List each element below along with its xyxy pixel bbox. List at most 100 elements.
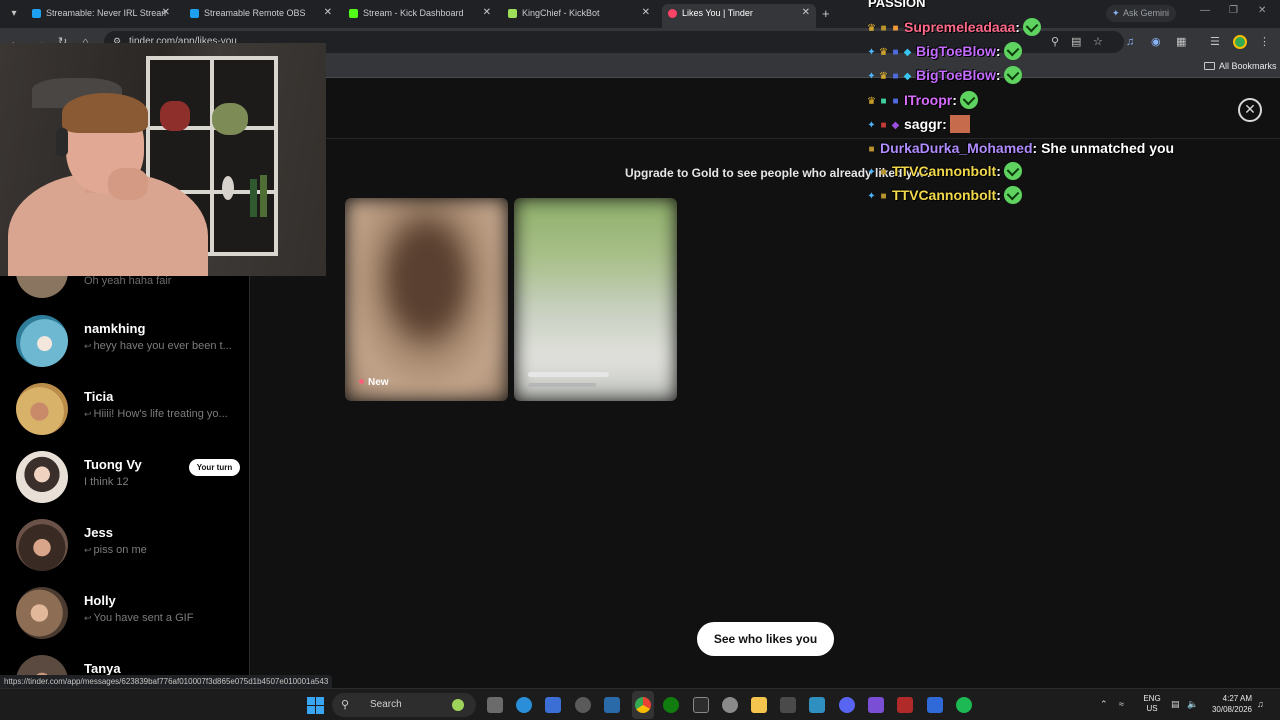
chat-colon: : (942, 116, 947, 132)
volume-icon[interactable]: 🔈 (1187, 698, 1198, 710)
match-name: Tuong Vy (84, 457, 142, 472)
chat-message: ■ DurkaDurka_Mohamed: She unmatched you (866, 139, 1174, 163)
app-diamond-icon[interactable] (545, 697, 561, 713)
language-indicator[interactable]: ENG US (1143, 694, 1161, 714)
tab-close-icon[interactable]: ✕ (324, 7, 332, 18)
gift-badge-icon: ■ (892, 23, 899, 35)
taskbar-search[interactable]: ⚲ Search (332, 693, 476, 717)
chat-badges: ✦ ♛ ■ ◆ (866, 44, 914, 58)
tab-close-icon[interactable]: ✕ (642, 7, 650, 18)
chat-username: Supremeleadaaa (904, 19, 1016, 35)
discord-icon[interactable] (839, 697, 855, 713)
chat-message: ✦ ♛ ■ ◆ BigToeBlow: (866, 42, 1022, 66)
close-icon[interactable]: ✕ (1238, 98, 1262, 122)
og-badge-icon: ■ (892, 71, 899, 83)
steam-icon[interactable] (604, 697, 620, 713)
tab-streamable-never-irl[interactable]: Streamable: Never IRL Stream W ✕ (26, 4, 176, 24)
chat-colon: : (996, 187, 1001, 203)
minimize-icon[interactable]: — (1200, 5, 1210, 16)
tab-close-icon[interactable]: ✕ (483, 7, 491, 18)
reading-list-icon[interactable]: ☰ (1210, 35, 1220, 49)
tray-network-icon[interactable]: ≈ (1119, 698, 1124, 710)
message-item-holly[interactable]: Holly ↩ You have sent a GIF (0, 582, 249, 644)
tab-tinder-likes-you[interactable]: Likes You | Tinder ✕ (662, 4, 816, 28)
folder-icon (1204, 62, 1215, 70)
crown-badge-icon: ♛ (867, 23, 876, 35)
start-windows-icon[interactable] (307, 697, 324, 714)
chat-badges: ✦ ■ (866, 188, 890, 202)
taskbar-clock[interactable]: 4:27 AM 30/08/2026 (1207, 693, 1252, 715)
chat-colon: : (995, 43, 1001, 59)
message-preview: I think 12 (84, 476, 129, 488)
spotify-icon[interactable] (956, 697, 972, 713)
tab-kickbot[interactable]: KingChief - KickBot ✕ (502, 4, 656, 24)
store-icon[interactable] (780, 697, 796, 713)
extensions-puzzle-icon[interactable]: ▦ (1176, 35, 1186, 49)
all-bookmarks-button[interactable]: All Bookmarks (1204, 61, 1277, 71)
match-name: Tanya (84, 661, 121, 676)
webcam-bottle (250, 179, 257, 217)
message-item-jess[interactable]: Jess ↩ piss on me (0, 514, 249, 576)
powershell-icon[interactable] (927, 697, 943, 713)
see-who-likes-you-button[interactable]: See who likes you (697, 622, 834, 656)
voice-app-icon[interactable] (897, 697, 913, 713)
webcam-mask-figure (222, 176, 234, 200)
notification-bell-icon[interactable]: ♫ (1257, 698, 1264, 710)
message-item-tuong-vy[interactable]: Tuong Vy Your turn I think 12 (0, 446, 249, 508)
chat-badges: ✦ ■ (866, 164, 890, 178)
restore-icon[interactable]: ❐ (1229, 5, 1238, 16)
message-item-ticia[interactable]: Ticia ↩ Hiiii! How's life treating yo... (0, 378, 249, 440)
epic-games-icon[interactable] (693, 697, 709, 713)
chat-badges: ♛ ■ ■ (866, 93, 902, 107)
chat-username: BigToeBlow (916, 67, 996, 83)
gem-badge-icon: ◆ (903, 71, 912, 83)
clock-date: 30/08/2026 (1211, 705, 1252, 714)
blurred-like-card[interactable] (514, 198, 677, 401)
chat-colon: : (952, 92, 957, 108)
blurred-like-card[interactable] (345, 198, 508, 401)
founder-badge-icon: ■ (880, 96, 887, 108)
webcam-plush-toy (160, 101, 190, 131)
chat-username: TTVCannonbolt (892, 163, 997, 179)
og-badge-icon: ■ (880, 120, 887, 132)
app-window-icon[interactable] (809, 697, 825, 713)
reply-icon: ↩ (84, 613, 92, 623)
xbox-icon[interactable] (663, 697, 679, 713)
tab-close-icon[interactable]: ✕ (162, 7, 170, 18)
settings-gear-icon[interactable] (722, 697, 738, 713)
profile-avatar[interactable] (1233, 35, 1247, 49)
streamable-favicon-icon (190, 9, 199, 18)
tab-kick-dashboard[interactable]: Stream - Kick Dashboard ✕ (343, 4, 497, 24)
tab-streamable-remote-obs[interactable]: Streamable Remote OBS ✕ (184, 4, 338, 24)
chat-username: ITroopr (904, 92, 953, 108)
file-explorer-icon[interactable] (751, 697, 767, 713)
clock-time: 4:27 AM (1222, 694, 1252, 703)
chat-colon: : (1032, 139, 1042, 156)
wifi-icon[interactable]: ▤ (1171, 698, 1180, 710)
og-badge-icon: ■ (868, 144, 875, 156)
window-close-icon[interactable]: ✕ (1258, 5, 1266, 16)
obs-like-icon[interactable] (868, 697, 884, 713)
chrome-icon[interactable] (635, 697, 651, 713)
detail-placeholder-bar (528, 383, 596, 387)
og-badge-icon: ■ (880, 167, 887, 179)
tab-label: Stream - Kick Dashboard (363, 8, 464, 18)
new-badge: New (359, 377, 389, 388)
task-view-icon[interactable] (487, 697, 503, 713)
match-name: Holly (84, 593, 116, 608)
chat-message: ♛ ■ ■ ITroopr: (866, 91, 978, 115)
tab-search-icon[interactable]: ▾ (6, 6, 22, 22)
check-emote-icon (1003, 186, 1022, 204)
tab-close-icon[interactable]: ✕ (802, 7, 810, 18)
tray-overflow-icon[interactable]: ⌃ (1100, 698, 1108, 710)
sword-badge-icon: ✦ (867, 191, 876, 203)
browser-menu-icon[interactable]: ⋮ (1259, 35, 1270, 49)
preview-text: Hiiii! How's life treating yo... (93, 408, 228, 420)
sword-badge-icon: ✦ (867, 167, 876, 179)
app-gear-icon[interactable] (575, 697, 591, 713)
edge-icon[interactable] (516, 697, 532, 713)
message-item-namkhing[interactable]: namkhing ↩ heyy have you ever been t... (0, 310, 249, 372)
name-placeholder-bar (528, 372, 609, 377)
new-tab-icon[interactable]: + (822, 6, 830, 22)
webcam-headphones (56, 128, 68, 156)
